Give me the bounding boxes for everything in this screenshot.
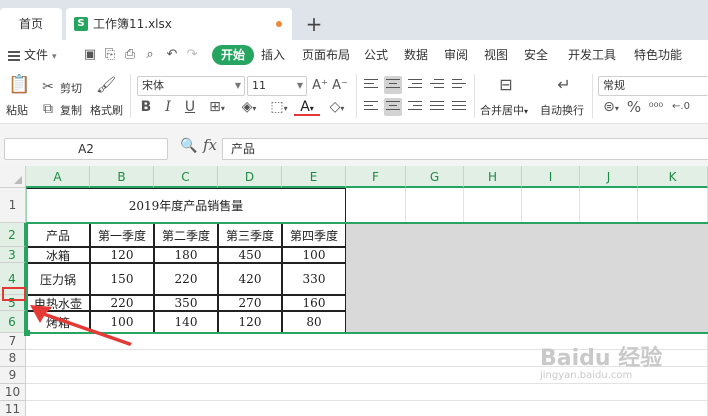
wrap-text-icon: ↵ bbox=[557, 75, 571, 94]
menu-tab-security[interactable]: 安全 bbox=[524, 40, 548, 70]
spreadsheet-icon: S bbox=[74, 17, 88, 31]
formula-input[interactable]: 产品 bbox=[222, 138, 708, 160]
wrap-text-button[interactable]: 自动换行 bbox=[540, 102, 584, 118]
thousands-icon[interactable]: ⁰⁰⁰ bbox=[646, 98, 666, 116]
copy-button[interactable]: 复制 bbox=[60, 102, 82, 118]
merge-center-label: 合并居中 bbox=[480, 104, 524, 117]
decimal-icon[interactable]: ←.0 bbox=[670, 98, 692, 116]
merge-cells-icon: ⊟ bbox=[499, 75, 513, 94]
menu-tab-insert[interactable]: 插入 bbox=[261, 40, 285, 70]
font-size-select[interactable]: 11 ▼ bbox=[247, 76, 307, 96]
paste-icon[interactable]: 📋 bbox=[8, 76, 30, 98]
watermark-main: Baidu 经验 bbox=[540, 346, 663, 371]
menu-tab-page-layout[interactable]: 页面布局 bbox=[302, 40, 350, 70]
zoom-search-icon[interactable]: 🔍 bbox=[180, 138, 197, 154]
bold-button[interactable]: B bbox=[138, 98, 154, 116]
menu-bar: 文件 ▾ ▣ ⎘ ⎙ ⌕ ↶ ↷ 开始 插入 页面布局 公式 数据 审阅 视图 安… bbox=[0, 40, 708, 70]
borders-icon[interactable]: ⊞▾ bbox=[204, 98, 230, 118]
indent-increase-icon[interactable] bbox=[450, 76, 468, 94]
chevron-down-icon: ▾ bbox=[524, 107, 529, 116]
menu-tab-data[interactable]: 数据 bbox=[404, 40, 428, 70]
font-name-select[interactable]: 宋体 ▼ bbox=[137, 76, 245, 96]
spreadsheet-grid: A B C D E F G H I J K 1 2 3 4 5 6 7 8 9 … bbox=[0, 166, 708, 416]
file-menu[interactable]: 文件 ▾ bbox=[8, 40, 57, 70]
name-box[interactable]: A2 bbox=[4, 138, 168, 160]
menu-tab-formulas[interactable]: 公式 bbox=[364, 40, 388, 70]
hamburger-icon bbox=[8, 49, 20, 63]
fill-color-icon[interactable]: ◈▾ bbox=[236, 98, 262, 118]
menu-tab-start[interactable]: 开始 bbox=[212, 45, 254, 65]
font-color-icon[interactable]: A▾ bbox=[294, 98, 320, 116]
ribbon-toolbar: 📋 粘贴 ✂ 剪切 ⧉ 复制 🖌 格式刷 宋体 ▼ 11 ▼ A⁺ A⁻ B I U… bbox=[0, 70, 708, 124]
insert-function-icon[interactable]: fx bbox=[203, 136, 217, 154]
merge-center-button[interactable]: 合并居中▾ bbox=[480, 102, 528, 118]
export-icon[interactable]: ⎘ bbox=[102, 46, 118, 64]
italic-button[interactable]: I bbox=[160, 98, 176, 116]
paste-button[interactable]: 粘贴 bbox=[6, 102, 28, 118]
undo-icon[interactable]: ↶ bbox=[164, 46, 180, 64]
file-menu-label: 文件 bbox=[24, 48, 49, 62]
print-icon[interactable]: ⎙ bbox=[122, 46, 138, 64]
number-format-value: 常规 bbox=[603, 79, 625, 92]
ribbon-divider bbox=[356, 74, 357, 118]
scissors-icon: ✂ bbox=[42, 79, 54, 95]
save-icon[interactable]: ▣ bbox=[82, 46, 98, 64]
font-name-value: 宋体 bbox=[142, 79, 164, 92]
distribute-icon[interactable] bbox=[450, 98, 468, 116]
menu-tab-developer[interactable]: 开发工具 bbox=[568, 40, 616, 70]
font-size-value: 11 bbox=[252, 79, 266, 92]
ribbon-divider bbox=[130, 74, 131, 118]
grow-font-button[interactable]: A⁺ bbox=[312, 77, 328, 95]
format-painter-icon: 🖌 bbox=[96, 75, 117, 94]
tab-bar: 首页 S 工作簿11.xlsx + bbox=[0, 0, 708, 40]
align-middle-icon[interactable] bbox=[384, 76, 402, 94]
tab-workbook-label: 工作簿11.xlsx bbox=[93, 17, 172, 31]
tab-home[interactable]: 首页 bbox=[0, 8, 62, 40]
align-bottom-icon[interactable] bbox=[406, 76, 424, 94]
unsaved-dot-icon bbox=[276, 21, 282, 27]
menu-tab-view[interactable]: 视图 bbox=[484, 40, 508, 70]
clear-format-icon[interactable]: ◇▾ bbox=[324, 98, 350, 118]
percent-icon[interactable]: % bbox=[626, 98, 642, 116]
formula-bar: A2 🔍 fx 产品 bbox=[0, 124, 708, 170]
align-center-icon[interactable] bbox=[384, 98, 402, 116]
align-right-icon[interactable] bbox=[406, 98, 424, 116]
chevron-down-icon: ▾ bbox=[52, 52, 57, 62]
indent-decrease-icon[interactable] bbox=[428, 76, 446, 94]
tab-workbook[interactable]: S 工作簿11.xlsx bbox=[66, 8, 292, 40]
underline-button[interactable]: U bbox=[182, 98, 198, 116]
watermark-sub: jingyan.baidu.com bbox=[540, 370, 633, 381]
chevron-down-icon: ▼ bbox=[234, 81, 241, 90]
ribbon-divider bbox=[474, 74, 475, 118]
menu-tab-special[interactable]: 特色功能 bbox=[634, 40, 682, 70]
new-tab-button[interactable]: + bbox=[302, 8, 326, 40]
baidu-watermark-logo: Baidu 经验 jingyan.baidu.com bbox=[540, 340, 700, 400]
chevron-down-icon: ▼ bbox=[296, 81, 303, 90]
cell-style-icon[interactable]: ⬚▾ bbox=[266, 98, 292, 118]
copy-icon: ⧉ bbox=[43, 101, 53, 117]
number-format-select[interactable]: 常规 bbox=[598, 76, 708, 96]
redo-icon[interactable]: ↷ bbox=[184, 46, 200, 64]
currency-icon[interactable]: ⊜▾ bbox=[600, 98, 622, 118]
menu-tab-review[interactable]: 审阅 bbox=[444, 40, 468, 70]
align-top-icon[interactable] bbox=[362, 76, 380, 94]
preview-icon[interactable]: ⌕ bbox=[142, 46, 158, 64]
justify-icon[interactable] bbox=[428, 98, 446, 116]
format-painter-button[interactable]: 格式刷 bbox=[90, 102, 123, 118]
ribbon-divider bbox=[592, 74, 593, 118]
align-left-icon[interactable] bbox=[362, 98, 380, 116]
cut-button[interactable]: 剪切 bbox=[60, 80, 82, 96]
shrink-font-button[interactable]: A⁻ bbox=[332, 77, 348, 95]
